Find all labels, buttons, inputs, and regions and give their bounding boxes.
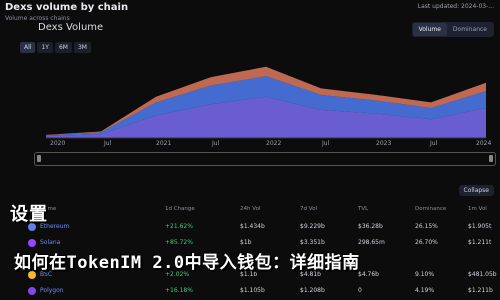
row-vol1m: $1.211b bbox=[468, 287, 493, 294]
row-tvl: 0 bbox=[358, 287, 362, 294]
brush-right-handle[interactable] bbox=[489, 155, 493, 162]
brush-left-handle[interactable] bbox=[37, 155, 41, 162]
row-vol1m: $1.905t bbox=[468, 223, 492, 230]
row-name: Solana bbox=[40, 239, 61, 246]
row-dom: 26.70% bbox=[415, 239, 438, 246]
col-1m: 1m Vol bbox=[468, 206, 487, 212]
overlay-heading: 设置 bbox=[10, 204, 48, 225]
col-change: 1d Change bbox=[165, 206, 195, 212]
row-dom: 9.10% bbox=[415, 271, 435, 278]
row-tvl: 298.65m bbox=[358, 239, 385, 246]
col-24h: 24h Vol bbox=[240, 206, 261, 212]
row-vol7d: $1.208b bbox=[300, 287, 325, 294]
x-tick-label: 2022 bbox=[266, 140, 282, 147]
row-vol24: $1b bbox=[240, 239, 252, 246]
table-row[interactable]: Polygon +16.18% $1.105b $1.208b 0 4.19% … bbox=[0, 284, 500, 298]
table-row[interactable]: Ethereum +21.62% $1.434b $9.229b $36.28b… bbox=[0, 220, 500, 234]
x-tick-label: 2020 bbox=[50, 140, 66, 147]
row-vol1m: $481.05b bbox=[468, 271, 497, 278]
row-dom: 4.19% bbox=[415, 287, 435, 294]
row-change: +16.18% bbox=[165, 287, 193, 294]
col-7d: 7d Vol bbox=[300, 206, 317, 212]
range-brush[interactable] bbox=[34, 152, 496, 166]
x-tick-label: 2023 bbox=[376, 140, 392, 147]
col-dominance: Dominance bbox=[415, 206, 447, 212]
polygon-icon bbox=[28, 287, 36, 295]
overlay-title: 如何在TokenIM 2.0中导入钱包：详细指南 bbox=[14, 253, 360, 273]
row-vol7d: $9.229b bbox=[300, 223, 325, 230]
x-tick-label: Jul bbox=[104, 140, 112, 147]
row-change: +85.72% bbox=[165, 239, 193, 246]
x-tick-label: 2024 bbox=[476, 140, 492, 147]
solana-icon bbox=[28, 239, 36, 247]
row-vol24: $1.434b bbox=[240, 223, 265, 230]
col-tvl: TVL bbox=[358, 206, 369, 212]
row-dom: 26.15% bbox=[415, 223, 438, 230]
row-change: +21.62% bbox=[165, 223, 193, 230]
row-vol24: $1.105b bbox=[240, 287, 265, 294]
row-vol7d: $3.351b bbox=[300, 239, 325, 246]
row-tvl: $36.28b bbox=[358, 223, 383, 230]
row-name: Polygon bbox=[40, 287, 64, 294]
table-header: Name 1d Change 24h Vol 7d Vol TVL Domina… bbox=[0, 206, 500, 216]
row-vol1m: $1.211t bbox=[468, 239, 492, 246]
row-tvl: $4.76b bbox=[358, 271, 379, 278]
volume-chart bbox=[46, 66, 486, 139]
x-tick-label: 2021 bbox=[156, 140, 172, 147]
x-tick-label: Jul bbox=[322, 140, 330, 147]
x-tick-label: Jul bbox=[430, 140, 438, 147]
x-tick-label: Jul bbox=[212, 140, 220, 147]
page-title: Dexs volume by chain bbox=[5, 2, 129, 13]
chart-card: Dexs Volume All 1Y 6M 3M 2020 Jul 2021 J… bbox=[6, 18, 496, 173]
collapse-button[interactable]: Collapse bbox=[458, 185, 494, 196]
last-updated-label: Last updated: 2024-03-... bbox=[417, 3, 494, 10]
